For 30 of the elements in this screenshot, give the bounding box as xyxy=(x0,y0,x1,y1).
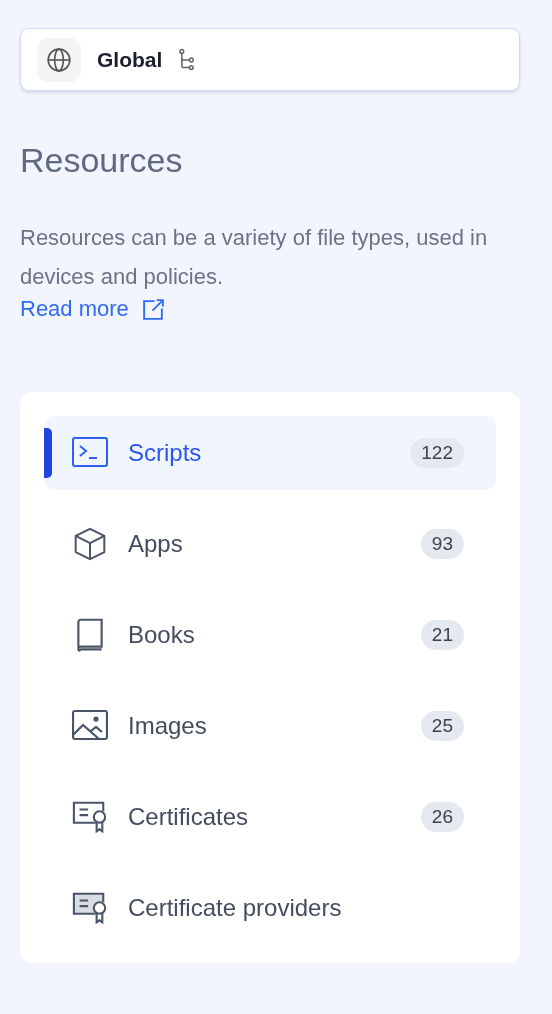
description: Resources can be a variety of file types, used in devices and policies. xyxy=(20,224,489,291)
resource-item[interactable]: Certificates 26 xyxy=(44,780,496,854)
resource-item[interactable]: Images 25 xyxy=(44,689,496,763)
item-label: Books xyxy=(128,621,196,649)
terminal-icon xyxy=(72,436,108,470)
resource-item[interactable]: Apps 93 xyxy=(44,507,496,581)
count-badge: 25 xyxy=(420,711,464,741)
external-link-icon xyxy=(140,296,166,322)
cube-icon xyxy=(72,527,108,561)
certificate-icon xyxy=(72,800,108,834)
resource-item[interactable]: Books 21 xyxy=(44,598,496,672)
globe-icon xyxy=(46,46,72,73)
item-label: Certificates xyxy=(128,803,250,831)
read-more-link[interactable]: Read more xyxy=(20,296,166,322)
count-badge: 21 xyxy=(420,620,464,650)
item-label: Certificate providers xyxy=(128,894,343,922)
item-label: Apps xyxy=(128,530,184,558)
count-badge: 93 xyxy=(420,529,464,559)
scope-label: Global xyxy=(97,47,163,72)
count-badge: 122 xyxy=(410,438,464,468)
count-badge: 26 xyxy=(420,802,464,832)
resource-item[interactable]: Certificate providers xyxy=(44,871,496,945)
page-heading: Resources xyxy=(20,141,184,180)
resource-item[interactable]: Scripts 122 xyxy=(44,416,496,490)
scope-selector[interactable]: Global xyxy=(20,28,520,91)
active-indicator xyxy=(44,428,52,478)
item-label: Scripts xyxy=(128,439,203,467)
image-icon xyxy=(72,709,108,743)
item-label: Images xyxy=(128,712,208,740)
certificate-card-icon xyxy=(72,891,108,925)
